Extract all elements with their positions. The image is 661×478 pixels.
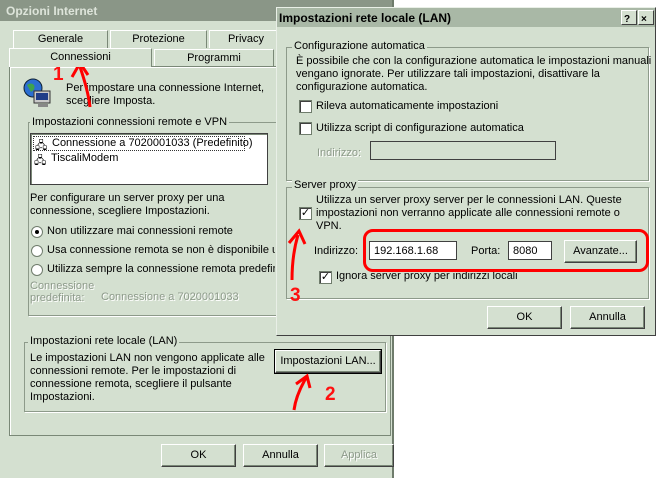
proxy-hint-1: Per configurare un server proxy per una — [30, 192, 225, 204]
annotation-arrow-2 — [292, 373, 312, 411]
default-connection-label-2: predefinita: — [30, 292, 85, 304]
tab-programmi[interactable]: Programmi — [154, 49, 274, 67]
radio-dial-when-no-network-label: Usa connessione remota se non è disponib… — [47, 244, 275, 256]
tab-connessioni[interactable]: Connessioni — [9, 48, 152, 67]
default-connection-value: Connessione a 7020001033 — [101, 291, 239, 303]
auto-script-label: Utilizza script di configurazione automa… — [316, 122, 524, 134]
dialog-cancel-button[interactable]: Annulla — [570, 306, 645, 329]
auto-config-text-1: È possibile che con la configurazione au… — [296, 55, 652, 67]
lan-text-2: connessioni remote. Per le impostazioni … — [30, 365, 237, 377]
bypass-local-checkbox[interactable]: ✓ — [319, 271, 332, 284]
annotation-arrow-3 — [287, 228, 307, 281]
proxy-highlight-box — [363, 229, 649, 272]
cancel-button[interactable]: Annulla — [243, 444, 318, 467]
proxy-group-label: Server proxy — [292, 179, 359, 191]
lan-dialog-title-bar[interactable]: Impostazioni rete locale (LAN) ? × — [277, 8, 655, 27]
connections-list[interactable]: 🖧 Connessione a 7020001033 (Predefinito)… — [30, 133, 268, 185]
auto-config-group-label: Configurazione automatica — [292, 40, 427, 52]
auto-script-checkbox[interactable] — [299, 122, 312, 135]
help-icon: ? — [624, 14, 631, 25]
dialup-group-label: Impostazioni connessioni remote e VPN — [30, 116, 230, 128]
close-icon: × — [641, 14, 647, 25]
modem-icon: 🖧 — [34, 155, 47, 167]
radio-always-dial-label: Utilizza sempre la connessione remota pr… — [47, 263, 275, 275]
window-title: Opzioni Internet — [6, 4, 98, 18]
annotation-step-3: 3 — [290, 285, 301, 306]
ok-button[interactable]: OK — [161, 444, 236, 467]
tab-protezione[interactable]: Protezione — [110, 30, 207, 48]
script-address-field[interactable] — [370, 141, 556, 160]
list-item[interactable]: 🖧 Connessione a 7020001033 (Predefinito) — [33, 136, 253, 152]
lan-text-4: Impostazioni. — [30, 391, 95, 403]
lan-text-1: Le impostazioni LAN non vengono applicat… — [30, 352, 265, 364]
use-proxy-checkbox[interactable]: ✓ — [299, 207, 312, 220]
radio-never-dial-label: Non utilizzare mai connessioni remote — [47, 225, 233, 237]
annotation-step-2: 2 — [325, 384, 336, 405]
lan-text-3: connessione remota, scegliere il pulsant… — [30, 378, 232, 390]
script-address-label: Indirizzo: — [317, 147, 362, 159]
lan-group-label: Impostazioni rete locale (LAN) — [28, 335, 180, 347]
proxy-text-2: impostazioni non verranno applicate alle… — [316, 207, 620, 219]
proxy-address-label: Indirizzo: — [314, 245, 359, 257]
proxy-text-3: VPN. — [316, 220, 342, 232]
radio-always-dial[interactable] — [31, 264, 43, 276]
help-button[interactable]: ? — [621, 10, 637, 25]
list-item[interactable]: 🖧 TiscaliModem — [33, 152, 233, 167]
proxy-hint-2: connessione, scegliere Impostazioni. — [30, 205, 210, 217]
lan-settings-dialog: Impostazioni rete locale (LAN) ? × Confi… — [276, 7, 656, 336]
default-connection-label-1: Connessione — [30, 280, 95, 292]
dialog-title: Impostazioni rete locale (LAN) — [279, 11, 452, 25]
auto-config-text-2: vengano ignorate. Per utilizzare tali im… — [296, 68, 600, 80]
proxy-text-1: Utilizza un server proxy server per le c… — [316, 194, 622, 206]
auto-detect-label: Rileva automaticamente impostazioni — [316, 100, 499, 112]
network-globe-icon — [23, 78, 51, 107]
auto-config-text-3: configurazione automatica. — [296, 81, 428, 93]
apply-button[interactable]: Applica — [324, 444, 394, 467]
dialog-ok-button[interactable]: OK — [487, 306, 562, 329]
radio-dial-when-no-network[interactable] — [31, 245, 43, 257]
radio-never-dial[interactable] — [31, 226, 43, 238]
auto-detect-checkbox[interactable] — [299, 100, 312, 113]
close-button[interactable]: × — [638, 10, 654, 25]
tab-generale[interactable]: Generale — [13, 30, 108, 48]
tab-privacy[interactable]: Privacy — [209, 30, 283, 48]
